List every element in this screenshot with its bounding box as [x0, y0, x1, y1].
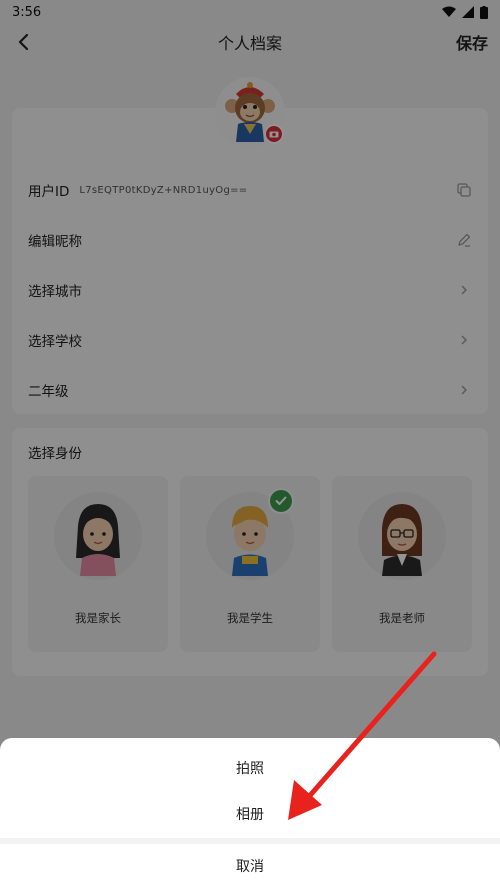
album-option[interactable]: 相册	[0, 794, 500, 834]
sheet-divider	[0, 838, 500, 844]
photo-source-sheet: 拍照 相册 取消	[0, 738, 500, 889]
cancel-option[interactable]: 取消	[0, 846, 500, 886]
take-photo-option[interactable]: 拍照	[0, 748, 500, 788]
